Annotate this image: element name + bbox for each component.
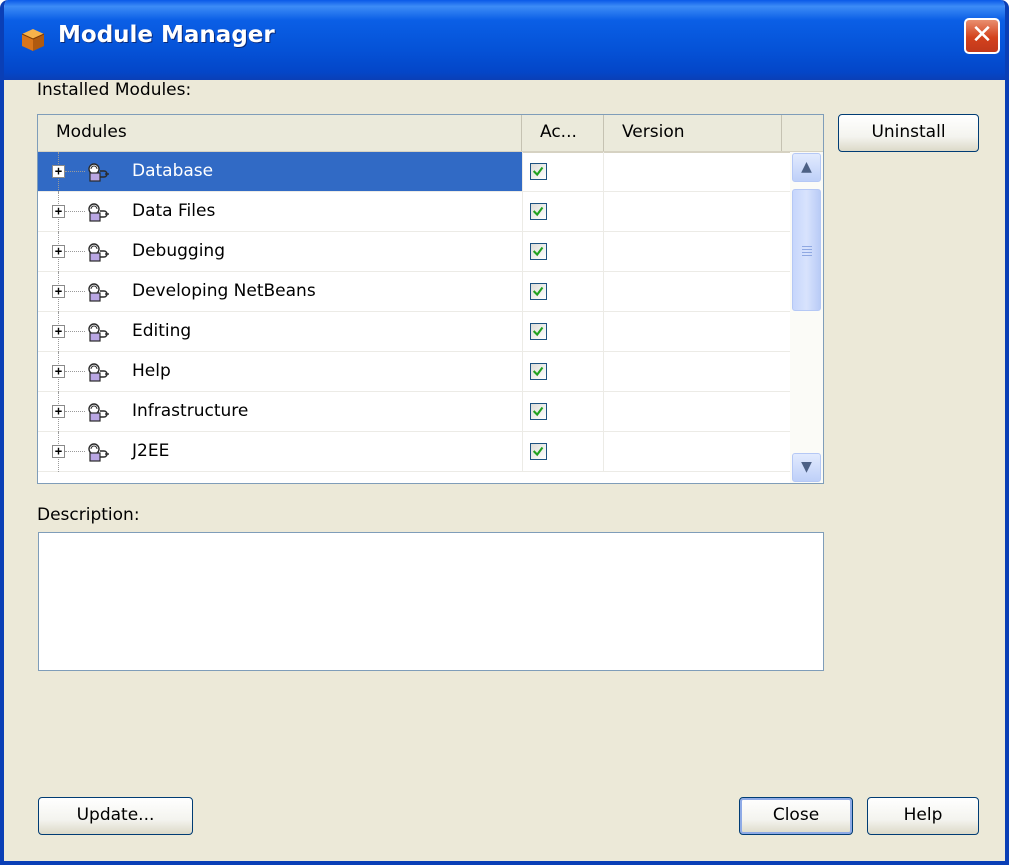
description-label: Description: (37, 505, 140, 525)
active-cell (522, 432, 604, 471)
module-name: Database (132, 161, 214, 181)
module-cell[interactable]: + Help (38, 352, 522, 392)
modules-table: Modules Ac... Version + Database + Data Fil… (37, 114, 824, 484)
module-cell[interactable]: + Data Files (38, 192, 522, 232)
module-cell[interactable]: + Infrastructure (38, 392, 522, 432)
tree-line (65, 171, 85, 172)
active-checkbox[interactable] (530, 363, 547, 380)
vertical-scrollbar[interactable]: ▲ ▼ (790, 152, 823, 483)
table-row[interactable]: + Help (38, 352, 790, 392)
table-row[interactable]: + Editing (38, 312, 790, 352)
version-cell (604, 192, 790, 231)
expand-icon[interactable]: + (52, 245, 65, 258)
version-cell (604, 352, 790, 391)
module-icon (85, 281, 113, 303)
module-name: Editing (132, 321, 192, 341)
active-checkbox[interactable] (530, 203, 547, 220)
module-icon (85, 241, 113, 263)
module-name: Infrastructure (132, 401, 249, 421)
module-cell[interactable]: + Developing NetBeans (38, 272, 522, 312)
expand-icon[interactable]: + (52, 205, 65, 218)
active-cell (522, 152, 604, 191)
table-row[interactable]: + Data Files (38, 192, 790, 232)
active-cell (522, 272, 604, 311)
module-icon (85, 401, 113, 423)
netbeans-cube-icon (21, 29, 45, 51)
active-checkbox[interactable] (530, 243, 547, 260)
module-cell[interactable]: + J2EE (38, 432, 522, 472)
update-button[interactable]: Update... (38, 797, 193, 835)
column-header-active[interactable]: Ac... (522, 115, 604, 151)
module-icon (85, 361, 113, 383)
module-manager-window: Module Manager ✕ Installed Modules: Modu… (0, 0, 1009, 865)
scroll-up-button[interactable]: ▲ (792, 153, 821, 182)
active-checkbox[interactable] (530, 323, 547, 340)
window-title: Module Manager (58, 22, 275, 48)
table-row[interactable]: + Infrastructure (38, 392, 790, 432)
module-name: Debugging (132, 241, 225, 261)
table-row[interactable]: + Debugging (38, 232, 790, 272)
active-checkbox[interactable] (530, 283, 547, 300)
module-cell[interactable]: + Debugging (38, 232, 522, 272)
module-icon (85, 201, 113, 223)
tree-line (65, 291, 85, 292)
expand-icon[interactable]: + (52, 325, 65, 338)
close-window-icon[interactable]: ✕ (964, 18, 1000, 54)
module-name: J2EE (132, 441, 170, 461)
scroll-down-button[interactable]: ▼ (792, 453, 821, 482)
scroll-grip-icon (802, 246, 812, 258)
tree-line (65, 331, 85, 332)
version-cell (604, 232, 790, 271)
module-name: Data Files (132, 201, 216, 221)
active-cell (522, 312, 604, 351)
table-row[interactable]: + Developing NetBeans (38, 272, 790, 312)
module-cell[interactable]: + Database (38, 152, 522, 192)
installed-modules-label: Installed Modules: (37, 80, 192, 100)
tree-line (65, 451, 85, 452)
tree-line (65, 371, 85, 372)
expand-icon[interactable]: + (52, 405, 65, 418)
active-cell (522, 232, 604, 271)
close-button[interactable]: Close (739, 797, 853, 835)
module-name: Help (132, 361, 171, 381)
version-cell (604, 312, 790, 351)
expand-icon[interactable]: + (52, 165, 65, 178)
version-cell (604, 392, 790, 431)
active-cell (522, 352, 604, 391)
active-checkbox[interactable] (530, 403, 547, 420)
version-cell (604, 272, 790, 311)
uninstall-button[interactable]: Uninstall (838, 114, 979, 152)
module-name: Developing NetBeans (132, 281, 316, 301)
active-checkbox[interactable] (530, 443, 547, 460)
description-box (38, 532, 824, 671)
active-checkbox[interactable] (530, 163, 547, 180)
title-bar[interactable]: Module Manager ✕ (4, 0, 1005, 80)
module-icon (85, 321, 113, 343)
version-cell (604, 432, 790, 471)
tree-line (65, 411, 85, 412)
modules-tree: + Database + Data Files + Debugging + Developin… (38, 152, 790, 483)
expand-icon[interactable]: + (52, 285, 65, 298)
expand-icon[interactable]: + (52, 365, 65, 378)
version-cell (604, 152, 790, 191)
active-cell (522, 192, 604, 231)
expand-icon[interactable]: + (52, 445, 65, 458)
module-cell[interactable]: + Editing (38, 312, 522, 352)
scroll-thumb[interactable] (792, 189, 821, 311)
column-header-modules[interactable]: Modules (38, 115, 522, 151)
tree-line (65, 251, 85, 252)
active-cell (522, 392, 604, 431)
module-icon (85, 441, 113, 463)
table-header: Modules Ac... Version (38, 115, 823, 153)
help-button[interactable]: Help (867, 797, 979, 835)
tree-line (65, 211, 85, 212)
column-header-version[interactable]: Version (604, 115, 782, 151)
table-row[interactable]: + J2EE (38, 432, 790, 472)
module-icon (85, 161, 113, 183)
table-row[interactable]: + Database (38, 152, 790, 192)
